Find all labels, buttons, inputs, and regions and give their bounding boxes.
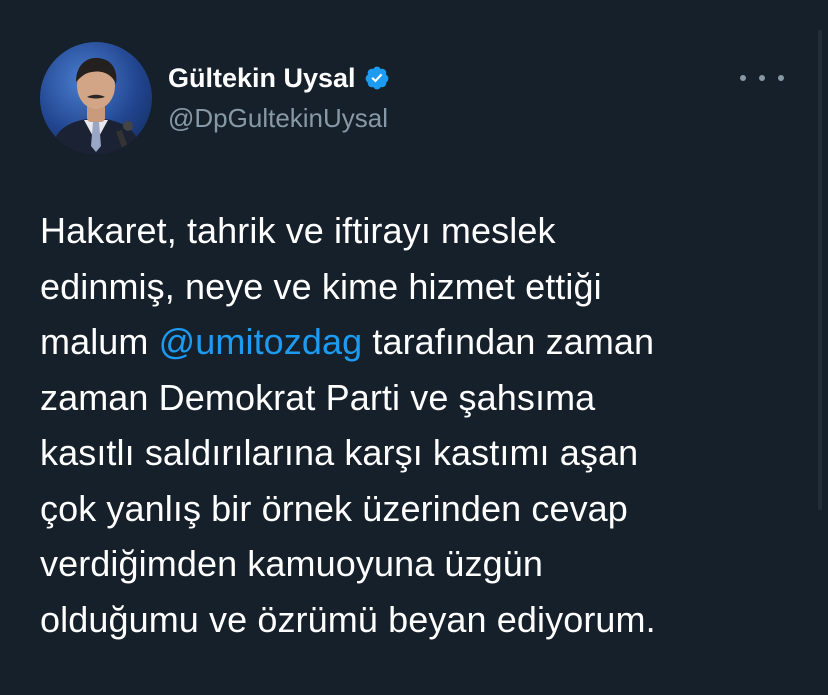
tweet-text-line: Hakaret, tahrik ve iftirayı meslek: [40, 210, 556, 251]
more-dot: [778, 75, 784, 81]
more-dot: [740, 75, 746, 81]
tweet-text-line: kasıtlı saldırılarına karşı kastımı aşan: [40, 432, 639, 473]
author-handle[interactable]: @DpGultekinUysal: [168, 100, 390, 136]
author-identity: Gültekin Uysal @DpGultekinUysal: [168, 60, 390, 136]
more-options-icon[interactable]: [740, 66, 784, 90]
name-row: Gültekin Uysal: [168, 60, 390, 96]
scrollbar[interactable]: [818, 30, 822, 510]
tweet-text-line: malum @umitozdag tarafından zaman: [40, 314, 800, 370]
tweet-text-line: olduğumu ve özrümü beyan ediyorum.: [40, 598, 656, 640]
avatar-illustration: [50, 57, 142, 154]
more-dot: [759, 75, 765, 81]
tweet-text-segment: malum: [40, 321, 159, 362]
tweet-card: Gültekin Uysal @DpGultekinUysal Hakaret,…: [0, 0, 828, 695]
tweet-text-segment: tarafından zaman: [362, 321, 655, 362]
tweet-header: Gültekin Uysal @DpGultekinUysal: [40, 42, 800, 154]
tweet-text-line: edinmiş, neye ve kime hizmet ettiği: [40, 265, 602, 307]
mention-link[interactable]: @umitozdag: [159, 321, 363, 362]
author-display-name[interactable]: Gültekin Uysal: [168, 60, 356, 96]
tweet-text-line: çok yanlış bir örnek üzerinden cevap: [40, 487, 628, 529]
tweet-text: Hakaret, tahrik ve iftirayı meslek edinm…: [40, 203, 800, 647]
tweet-text-line: verdiğimden kamuoyuna üzgün: [40, 543, 544, 584]
profile-photo-icon[interactable]: [40, 42, 152, 154]
verified-badge-icon: [364, 65, 390, 91]
tweet-text-line: zaman Demokrat Parti ve şahsıma: [40, 376, 596, 418]
